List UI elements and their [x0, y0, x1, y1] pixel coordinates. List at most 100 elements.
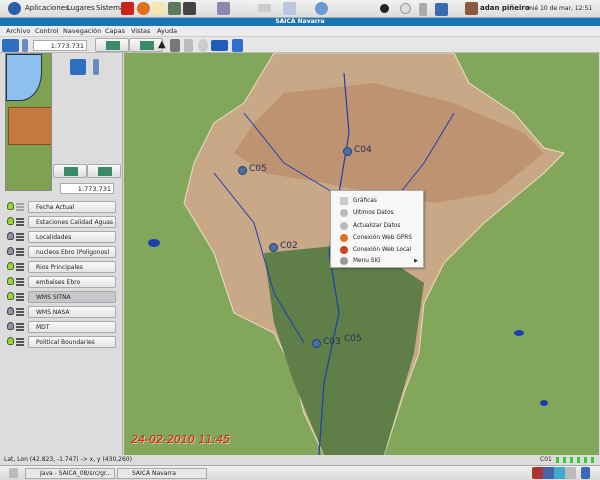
- back-button[interactable]: [95, 38, 129, 52]
- valley-fill: [264, 243, 424, 455]
- 3d-view-icon[interactable]: [232, 39, 243, 52]
- computer-icon[interactable]: [217, 2, 230, 15]
- visibility-bulb-icon[interactable]: [7, 202, 14, 210]
- legend-icon[interactable]: [16, 308, 24, 316]
- layer-item[interactable]: Political Boundaries: [6, 336, 116, 348]
- menu-sistema[interactable]: Sistema: [96, 4, 124, 12]
- drive-icon[interactable]: [258, 4, 271, 12]
- overview-forward-button[interactable]: [87, 164, 121, 178]
- scale-input[interactable]: 1:773.731: [33, 40, 87, 51]
- terminal-icon[interactable]: [183, 2, 196, 15]
- visibility-bulb-icon[interactable]: [7, 337, 14, 345]
- window-title: SAICA Navarra: [275, 18, 325, 25]
- volume-icon[interactable]: [419, 3, 427, 16]
- layer-item[interactable]: MDT: [6, 321, 116, 333]
- task-java[interactable]: Java - SAICA_08/src/gr...: [25, 468, 115, 479]
- legend-icon[interactable]: [16, 263, 24, 271]
- station-label: C03: [323, 337, 341, 347]
- visibility-bulb-icon[interactable]: [7, 322, 14, 330]
- layer-item[interactable]: Localidades: [6, 231, 116, 243]
- overview-back-button[interactable]: [53, 164, 87, 178]
- legend-icon[interactable]: [16, 278, 24, 286]
- clock[interactable]: mié 10 de mar, 12:51: [527, 5, 592, 12]
- sig-icon: [340, 257, 348, 265]
- network-status-icon[interactable]: [435, 3, 448, 16]
- layer-item[interactable]: Rios Principales: [6, 261, 116, 273]
- taskbar: Java - SAICA_08/src/gr... SAICA Navarra: [0, 465, 600, 480]
- avatar[interactable]: [465, 2, 478, 15]
- legend-icon[interactable]: [16, 338, 24, 346]
- visibility-bulb-icon[interactable]: [7, 217, 14, 225]
- firefox-icon[interactable]: [137, 2, 150, 15]
- task-saica[interactable]: SAICA Navarra: [117, 468, 207, 479]
- layer-item[interactable]: Fecha Actual: [6, 201, 116, 213]
- legend-icon[interactable]: [16, 293, 24, 301]
- station-marker[interactable]: [343, 147, 352, 156]
- legend-icon[interactable]: [16, 233, 24, 241]
- menu-item-ultimos-datos[interactable]: Ultimos Datos: [331, 207, 423, 219]
- screenshot-icon[interactable]: [283, 2, 296, 15]
- text-editor-icon[interactable]: [152, 2, 165, 15]
- fedora-icon[interactable]: [8, 2, 21, 15]
- window-title-bar[interactable]: SAICA Navarra: [0, 18, 600, 26]
- station-marker[interactable]: [238, 166, 247, 175]
- submenu-arrow-icon: ▶: [414, 258, 418, 264]
- update-icon[interactable]: [380, 4, 389, 13]
- visibility-bulb-icon[interactable]: [7, 292, 14, 300]
- menu-vistas[interactable]: Vistas: [131, 27, 150, 35]
- trash-icon[interactable]: [581, 467, 590, 479]
- calculator-icon[interactable]: [168, 2, 181, 15]
- visibility-bulb-icon[interactable]: [7, 277, 14, 285]
- info-icon[interactable]: [198, 39, 208, 52]
- zoom-in-out-icon[interactable]: [22, 39, 28, 52]
- menu-lugares[interactable]: Lugares: [67, 4, 95, 12]
- menu-ayuda[interactable]: Ayuda: [157, 27, 177, 35]
- network-icon[interactable]: [315, 2, 328, 15]
- pan-icon[interactable]: [170, 39, 180, 52]
- menu-item-conexion-gprs[interactable]: Conexión Web GPRS: [331, 232, 423, 244]
- menu-item-graficas[interactable]: Gráficas: [331, 195, 423, 207]
- layer-item[interactable]: WMS NASA: [6, 306, 116, 318]
- visibility-bulb-icon[interactable]: [7, 262, 14, 270]
- layer-item[interactable]: nucleos Ebro (Poligonos): [6, 246, 116, 258]
- signal-indicator: [556, 457, 596, 463]
- pointer-icon[interactable]: ▲: [158, 39, 167, 52]
- overview-scale: 1:773.731: [60, 183, 114, 194]
- legend-icon[interactable]: [16, 218, 24, 226]
- toolbar: 1:773.731 ▲: [0, 37, 600, 53]
- show-desktop-icon[interactable]: [9, 468, 18, 478]
- visibility-bulb-icon[interactable]: [7, 307, 14, 315]
- power-icon[interactable]: [400, 3, 411, 14]
- legend-icon[interactable]: [16, 323, 24, 331]
- user-name[interactable]: adan piñeiro: [480, 4, 530, 12]
- layer-item[interactable]: WMS SITNA: [6, 291, 116, 303]
- viewport-rectangle[interactable]: [8, 107, 51, 145]
- date-label: 24-02-2010 11:45: [131, 433, 231, 446]
- overview-map[interactable]: [5, 53, 52, 191]
- visibility-bulb-icon[interactable]: [7, 247, 14, 255]
- menu-item-menu-sig[interactable]: Menu SIG ▶: [331, 255, 423, 267]
- menu-control[interactable]: Control: [35, 27, 59, 35]
- zoom-full-icon[interactable]: [2, 39, 19, 52]
- menu-item-actualizar-datos[interactable]: Actualizar Datos: [331, 220, 423, 232]
- hand-icon[interactable]: [184, 39, 193, 52]
- layer-item[interactable]: embalses Ebro: [6, 276, 116, 288]
- station-marker[interactable]: [312, 339, 321, 348]
- menu-bar: Archivo Control Navegación Capas Vistas …: [0, 26, 600, 37]
- menu-navegacion[interactable]: Navegación: [63, 27, 101, 35]
- station-marker[interactable]: [269, 243, 278, 252]
- legend-icon[interactable]: [16, 248, 24, 256]
- filezilla-icon[interactable]: [121, 2, 134, 15]
- station-status: C01: [540, 456, 552, 463]
- reservoir: [148, 239, 160, 247]
- overview-zoom-full-icon[interactable]: [70, 59, 86, 75]
- layer-view-icon[interactable]: [211, 40, 228, 51]
- menu-archivo[interactable]: Archivo: [6, 27, 30, 35]
- menu-aplicaciones[interactable]: Aplicaciones: [25, 4, 69, 12]
- menu-capas[interactable]: Capas: [105, 27, 125, 35]
- visibility-bulb-icon[interactable]: [7, 232, 14, 240]
- workspace-switcher[interactable]: [532, 467, 576, 479]
- overview-zoom-icon[interactable]: [93, 59, 99, 75]
- layer-item[interactable]: Estaciones Calidad Aguas: [6, 216, 116, 228]
- legend-icon[interactable]: [16, 203, 24, 211]
